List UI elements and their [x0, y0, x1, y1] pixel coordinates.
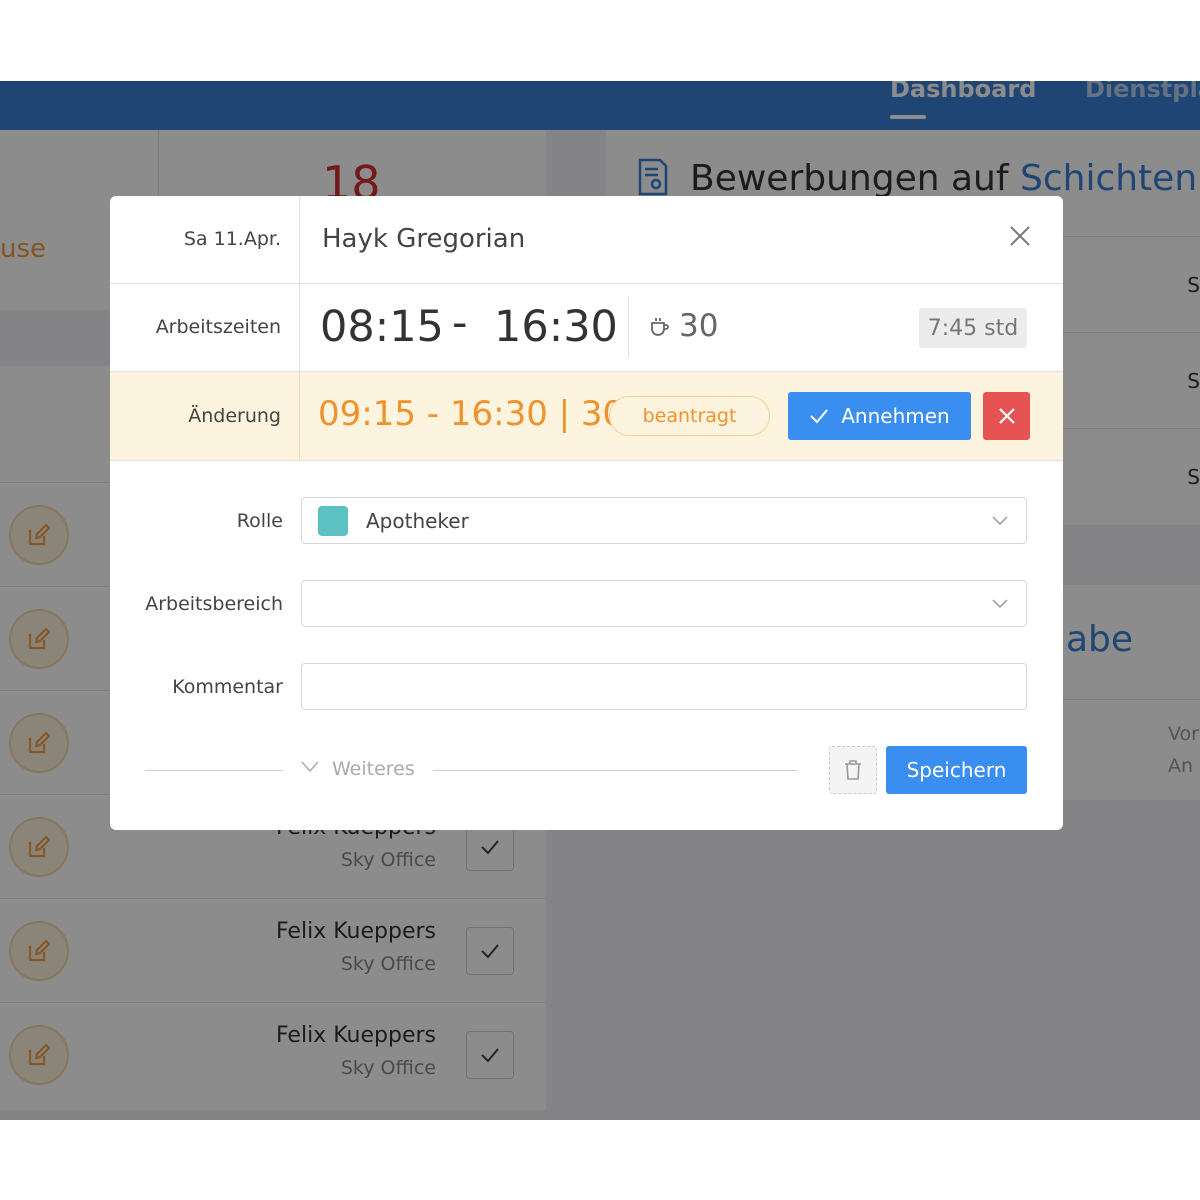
- comment-label: Kommentar: [172, 676, 283, 698]
- chevron-down-icon[interactable]: [301, 760, 319, 774]
- area-select[interactable]: [301, 580, 1027, 627]
- dialog-header: Sa 11.Apr. Hayk Gregorian: [110, 196, 1063, 284]
- work-times-label: Arbeitszeiten: [155, 316, 281, 338]
- divider: [299, 284, 300, 372]
- change-value: 09:15 - 16:30 | 30: [318, 394, 625, 434]
- divider: [299, 196, 300, 284]
- trash-icon: [845, 760, 861, 780]
- role-select[interactable]: Apotheker: [301, 497, 1027, 544]
- accept-button[interactable]: Annehmen: [788, 392, 971, 440]
- close-icon[interactable]: [1008, 224, 1032, 248]
- chevron-down-icon: [992, 599, 1008, 609]
- shift-date: Sa 11.Apr.: [183, 228, 281, 250]
- check-icon: [810, 409, 829, 424]
- divider: [299, 372, 300, 461]
- divider: [628, 296, 629, 358]
- close-icon: [998, 408, 1015, 424]
- chevron-down-icon: [992, 516, 1008, 526]
- delete-button[interactable]: [829, 746, 877, 794]
- start-time[interactable]: 08:15: [320, 302, 444, 352]
- reject-button[interactable]: [983, 392, 1030, 440]
- role-label: Rolle: [236, 510, 283, 532]
- end-time[interactable]: 16:30: [494, 302, 618, 352]
- change-request-row: Änderung 09:15 - 16:30 | 30 beantragt An…: [110, 372, 1063, 461]
- divider: [145, 770, 283, 771]
- role-color-swatch: [318, 506, 348, 536]
- divider: [433, 770, 797, 771]
- comment-input[interactable]: [301, 663, 1027, 710]
- area-label: Arbeitsbereich: [145, 593, 283, 615]
- work-times-row: Arbeitszeiten 08:15 - 16:30 30 7:45 std: [110, 284, 1063, 372]
- coffee-icon: [651, 318, 669, 336]
- role-value: Apotheker: [366, 509, 469, 533]
- save-button[interactable]: Speichern: [886, 746, 1027, 794]
- shift-edit-dialog: Sa 11.Apr. Hayk Gregorian Arbeitszeiten …: [110, 196, 1063, 830]
- change-label: Änderung: [188, 405, 281, 427]
- more-options-toggle[interactable]: Weiteres: [332, 758, 415, 780]
- break-minutes[interactable]: 30: [679, 308, 718, 344]
- duration-badge: 7:45 std: [919, 308, 1027, 348]
- time-separator: -: [452, 298, 468, 348]
- employee-name: Hayk Gregorian: [322, 224, 526, 254]
- accept-label: Annehmen: [841, 404, 950, 428]
- status-badge: beantragt: [609, 396, 770, 436]
